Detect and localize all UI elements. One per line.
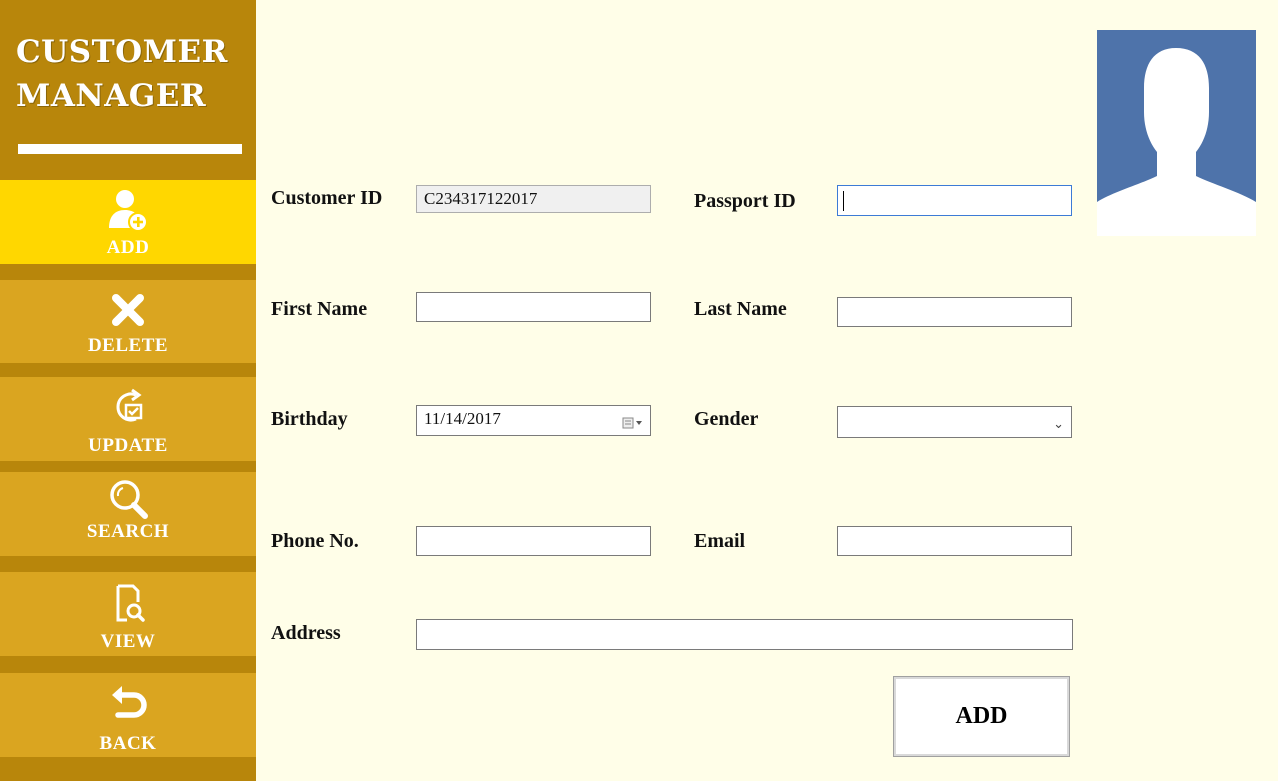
sidebar-item-label: ADD [106, 237, 150, 258]
logo-divider [18, 144, 242, 154]
birthday-value: 11/14/2017 [424, 409, 501, 428]
app-title-line1: CUSTOMER [16, 34, 228, 70]
first-name-field[interactable] [416, 292, 651, 322]
birthday-date-picker[interactable]: 11/14/2017 [416, 405, 651, 436]
sidebar-item-label: SEARCH [86, 521, 170, 542]
email-field[interactable] [837, 526, 1072, 556]
user-silhouette-icon [1097, 48, 1256, 236]
sidebar-item-label: BACK [99, 733, 157, 754]
passport-id-field[interactable] [837, 185, 1072, 216]
customer-id-label: Customer ID [271, 187, 383, 209]
sidebar-item-label: VIEW [100, 631, 156, 652]
birthday-label: Birthday [271, 408, 348, 430]
sidebar: CUSTOMER MANAGER ADD DELETE UPDATE SEARC… [0, 0, 256, 781]
text-caret [843, 191, 844, 211]
address-label: Address [271, 622, 341, 644]
search-icon [0, 476, 256, 526]
chevron-down-icon: ⌄ [1053, 417, 1064, 432]
sidebar-item-label: DELETE [87, 335, 169, 356]
address-field[interactable] [416, 619, 1073, 650]
last-name-field[interactable] [837, 297, 1072, 327]
avatar [1097, 30, 1256, 236]
add-user-icon [0, 188, 256, 238]
customer-id-field[interactable] [416, 185, 651, 213]
view-document-icon [0, 580, 256, 630]
sidebar-item-add[interactable]: ADD [0, 180, 256, 264]
app-logo: CUSTOMER MANAGER [16, 30, 246, 118]
app-title-line2: MANAGER [16, 78, 207, 114]
phone-label: Phone No. [271, 530, 359, 552]
close-icon [0, 288, 256, 338]
add-button[interactable]: ADD [893, 676, 1070, 757]
sidebar-item-view[interactable]: VIEW [0, 572, 256, 656]
phone-field[interactable] [416, 526, 651, 556]
sidebar-item-delete[interactable]: DELETE [0, 280, 256, 363]
gender-label: Gender [694, 408, 759, 430]
sidebar-item-update[interactable]: UPDATE [0, 377, 256, 461]
gender-select[interactable]: ⌄ [837, 406, 1072, 438]
calendar-dropdown-icon[interactable] [622, 412, 644, 438]
last-name-label: Last Name [694, 298, 787, 320]
update-icon [0, 385, 256, 435]
sidebar-item-search[interactable]: SEARCH [0, 472, 256, 556]
back-arrow-icon [0, 681, 256, 731]
first-name-label: First Name [271, 298, 368, 320]
sidebar-item-label: UPDATE [88, 435, 168, 456]
passport-id-label: Passport ID [694, 190, 796, 212]
email-label: Email [694, 530, 746, 552]
sidebar-item-back[interactable]: BACK [0, 673, 256, 757]
